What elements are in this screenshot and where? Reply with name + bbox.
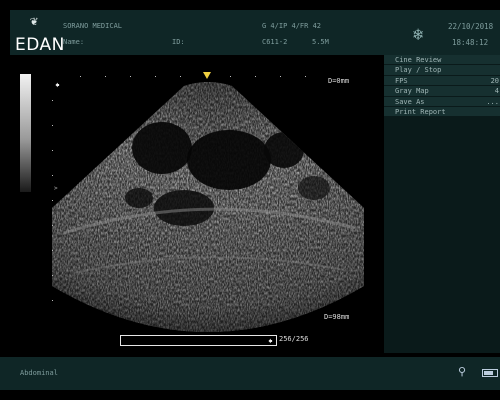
depth-tick (52, 300, 53, 301)
hospital-name: SORANO MEDICAL (63, 22, 123, 30)
cine-menu-panel: Cine Review Play / Stop FPS 20 Gray Map … (384, 55, 500, 353)
cine-frame-counter: 256/256 (279, 335, 309, 343)
depth-tick (52, 100, 53, 101)
menu-item-gray-map[interactable]: Gray Map 4 (384, 86, 500, 97)
menu-item-cine-review[interactable]: Cine Review (384, 55, 500, 66)
depth-tick (52, 225, 53, 226)
menu-item-label: Play / Stop (395, 66, 442, 75)
edan-logo: ❦ EDAN (14, 14, 66, 55)
menu-item-label: FPS (395, 76, 408, 85)
menu-item-label: Cine Review (395, 56, 442, 64)
ruler-tick (280, 76, 281, 77)
depth-tick (52, 175, 53, 176)
ruler-tick (80, 76, 81, 77)
depth-tick (52, 150, 53, 151)
menu-item-save-as[interactable]: Save As ... (384, 96, 500, 107)
depth-tick (52, 275, 53, 276)
focus-marker-icon[interactable] (203, 72, 211, 79)
cine-position-arrow-icon[interactable]: 🠸 (268, 334, 273, 350)
depth-tick (52, 200, 53, 201)
menu-item-print-report[interactable]: Print Report (384, 107, 500, 118)
menu-item-value: 20 (490, 76, 499, 85)
ruler-tick (305, 76, 306, 77)
patient-name-label: Name: (63, 38, 85, 46)
ruler-tick (230, 76, 231, 77)
grayscale-bar (20, 74, 31, 192)
ruler-tick (105, 76, 106, 77)
time-display: 18:48:12 (452, 38, 489, 47)
probe-icon: ⚲ (458, 365, 467, 378)
menu-item-label: Print Report (395, 108, 446, 116)
menu-item-label: Save As (395, 97, 425, 106)
ultrasound-image[interactable] (44, 58, 380, 350)
cine-progress-bar[interactable] (120, 335, 277, 346)
ruler-tick (155, 76, 156, 77)
date-display: 22/10/2018 (448, 22, 494, 31)
ruler-tick (255, 76, 256, 77)
imaging-parameters: G 4/IP 4/FR 42 (262, 22, 322, 30)
menu-item-play-stop[interactable]: Play / Stop (384, 65, 500, 76)
ruler-tick (130, 76, 131, 77)
depth-top-label: D=0mm (328, 77, 350, 85)
footer-bar: Abdominal ⚲ (0, 357, 500, 390)
menu-item-fps[interactable]: FPS 20 (384, 75, 500, 87)
patient-id-label: ID: (172, 38, 185, 46)
menu-item-label: Gray Map (395, 87, 429, 96)
depth-tick (52, 250, 53, 251)
probe-frequency: 5.5M (312, 38, 329, 46)
snowflake-icon: ❄ (413, 25, 424, 45)
depth-marker-icon: > (54, 185, 58, 192)
header-bar: ❦ EDAN SORANO MEDICAL Name: ID: G 4/IP 4… (10, 10, 500, 55)
ruler-tick (180, 76, 181, 77)
exam-mode: Abdominal (20, 369, 58, 377)
depth-bottom-label: D=98mm (324, 313, 350, 321)
logo-leaf-icon: ❦ (30, 14, 38, 29)
logo-text: EDAN (15, 35, 65, 55)
menu-item-value: ... (486, 97, 499, 106)
battery-icon (482, 369, 498, 377)
probe-model: C611-2 (262, 38, 288, 46)
depth-tick (52, 125, 53, 126)
menu-item-value: 4 (494, 87, 499, 96)
